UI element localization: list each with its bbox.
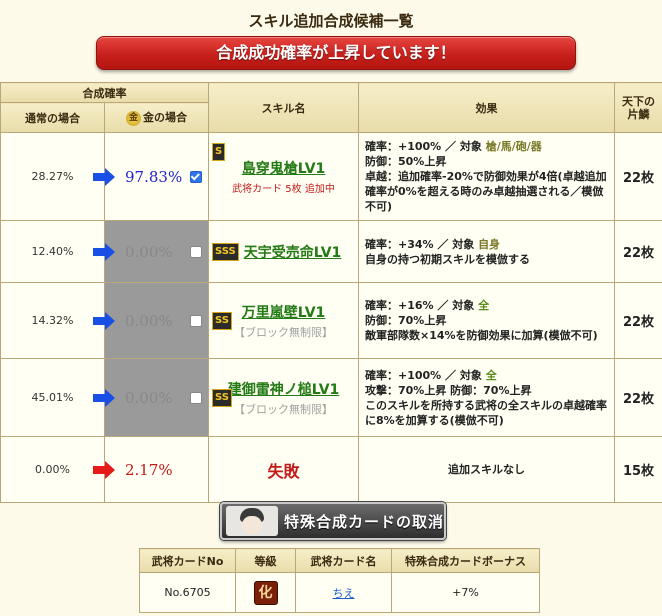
normal-rate-header: 通常の場合 <box>0 102 105 133</box>
gold-rate-header: 金金の場合 <box>104 102 209 133</box>
effect-line: 防御：50%上昇 <box>365 155 447 168</box>
table-row: 12.40% 0.00% SSS 天宇受売命LV1 確率：+34% ／ 対象 自… <box>0 220 662 283</box>
card-name-cell: ちえ <box>295 572 392 613</box>
gold-rate-cell: 0.00% <box>93 358 209 437</box>
skill-name-header: スキル名 <box>208 82 359 133</box>
gold-rate-cell: 0.00% <box>93 282 209 359</box>
gold-rate: 0.00% <box>125 242 173 261</box>
table-row: 28.27% 97.83% S 島穿鬼槍LV1 武将カード 5枚 追加中 確率：… <box>0 132 662 221</box>
effect-cell: 確率：+100% ／ 対象 全 攻撃：70%上昇 防御：70%上昇 このスキルを… <box>358 358 615 437</box>
effect-target: 全 <box>478 299 490 312</box>
rate-group-header: 合成確率 <box>0 82 209 103</box>
table-row: No.6705 化 ちえ +7% <box>139 572 540 613</box>
page-title: スキル追加合成候補一覧 <box>248 12 414 30</box>
cancel-button-label: 特殊合成カードの取消 <box>284 512 445 531</box>
effect-cell: 確率：+100% ／ 対象 槍/馬/砲/器 防御：50%上昇 卓越：追加確率-2… <box>358 132 615 221</box>
fail-label: 失敗 <box>267 461 300 481</box>
effect-line: 確率：+100% ／ 対象 <box>365 140 482 153</box>
grade-badge: 化 <box>253 580 278 605</box>
gold-rate: 97.83% <box>125 167 183 186</box>
arrow-right-icon <box>93 242 115 261</box>
normal-rate: 14.32% <box>0 282 105 359</box>
skill-name-link[interactable]: 島穿鬼槍LV1 <box>209 158 358 178</box>
bonus-header: 特殊合成カードボーナス <box>391 548 540 573</box>
skill-cell: SSS 天宇受売命LV1 <box>208 220 359 283</box>
gold-coin-icon: 金 <box>126 110 141 126</box>
tenka-pieces: 22枚 <box>614 220 662 283</box>
general-portrait-icon <box>226 506 278 536</box>
normal-rate: 0.00% <box>0 436 105 503</box>
cancel-special-card-button[interactable]: 特殊合成カードの取消 <box>220 502 446 540</box>
card-name-link[interactable]: ちえ <box>333 587 355 600</box>
card-name-header: 武将カード名 <box>295 548 392 573</box>
skill-cell: S 島穿鬼槍LV1 武将カード 5枚 追加中 <box>208 132 359 221</box>
gold-rate-cell: 0.00% <box>93 220 209 283</box>
skill-candidates-table: 合成確率 スキル名 効果 天下の 片鱗 通常の場合 金金の場合 28.27% 97… <box>0 82 662 503</box>
bonus-value: +7% <box>391 572 540 613</box>
arrow-right-icon <box>93 388 115 407</box>
card-no-header: 武将カードNo <box>139 548 236 573</box>
effect-target: 全 <box>485 368 497 382</box>
normal-rate: 12.40% <box>0 220 105 283</box>
skill-cell: 失敗 <box>208 436 359 503</box>
card-no: No.6705 <box>139 572 236 613</box>
gold-rate-cell: 97.83% <box>93 132 209 221</box>
effect-line: 防御：70%上昇 <box>365 314 447 327</box>
rank-badge: SSS <box>212 242 239 261</box>
skill-checkbox[interactable] <box>190 170 202 183</box>
effect-header: 効果 <box>358 82 615 133</box>
normal-rate: 45.01% <box>0 358 105 437</box>
effect-line: 攻撃：70%上昇 防御：70%上昇 <box>365 383 532 397</box>
effect-target: 自身 <box>478 237 501 251</box>
effect-target: 槍/馬/砲/器 <box>485 140 542 153</box>
normal-rate: 28.27% <box>0 132 105 221</box>
effect-line: 卓越：追加確率-20%で防御効果が4倍(卓越追加確率が0%を超える時のみ卓越抽選… <box>365 170 607 213</box>
arrow-right-icon <box>93 167 115 186</box>
rank-badge: SS <box>212 311 232 330</box>
tenka-pieces: 22枚 <box>614 358 662 437</box>
effect-line: 確率：+34% ／ 対象 <box>365 237 475 251</box>
skill-cell: SS 万里嵐壁LV1 【ブロック無制限】 <box>208 282 359 359</box>
skill-checkbox[interactable] <box>190 245 202 258</box>
gold-rate: 2.17% <box>125 460 173 479</box>
tenka-header-line2: 片鱗 <box>627 107 650 121</box>
effect-line: 確率：+100% ／ 対象 <box>365 368 482 382</box>
effect-line: 確率：+16% ／ 対象 <box>365 299 475 312</box>
arrow-right-icon <box>93 460 115 479</box>
grade-cell: 化 <box>235 572 296 613</box>
skill-note: 武将カード 5枚 追加中 <box>232 184 335 195</box>
gold-rate-header-label: 金の場合 <box>143 111 187 125</box>
special-card-table: 武将カードNo 等級 武将カード名 特殊合成カードボーナス No.6705 化 … <box>139 548 540 613</box>
effect-line: このスキルを所持する武将の全スキルの卓越確率に8%を加算する(模倣不可) <box>365 398 607 427</box>
tenka-header: 天下の 片鱗 <box>614 82 662 133</box>
skill-cell: SS 建御雷神ノ槌LV1 【ブロック無制限】 <box>208 358 359 437</box>
effect-cell: 確率：+34% ／ 対象 自身 自身の持つ初期スキルを模倣する <box>358 220 615 283</box>
arrow-right-icon <box>93 311 115 330</box>
skill-checkbox[interactable] <box>190 391 202 404</box>
tenka-header-line1: 天下の <box>622 94 655 108</box>
gold-rate: 0.00% <box>125 388 173 407</box>
tenka-pieces: 22枚 <box>614 282 662 359</box>
gold-rate-cell: 2.17% <box>93 436 209 503</box>
grade-header: 等級 <box>235 548 296 573</box>
effect-line: 敵軍部隊数×14%を防御効果に加算(模倣不可) <box>365 329 598 342</box>
table-row: 45.01% 0.00% SS 建御雷神ノ槌LV1 【ブロック無制限】 確率：+… <box>0 358 662 437</box>
success-rate-banner: 合成成功確率が上昇しています！ <box>96 36 576 70</box>
tenka-pieces: 15枚 <box>614 436 662 503</box>
rank-badge: SS <box>212 388 232 407</box>
skill-checkbox[interactable] <box>190 314 202 327</box>
table-row: 14.32% 0.00% SS 万里嵐壁LV1 【ブロック無制限】 確率：+16… <box>0 282 662 359</box>
effect-cell: 確率：+16% ／ 対象 全 防御：70%上昇 敵軍部隊数×14%を防御効果に加… <box>358 282 615 359</box>
effect-line: 自身の持つ初期スキルを模倣する <box>365 252 530 266</box>
effect-cell: 追加スキルなし <box>358 436 615 503</box>
tenka-pieces: 22枚 <box>614 132 662 221</box>
fail-row: 0.00% 2.17% 失敗 追加スキルなし 15枚 <box>0 436 662 503</box>
gold-rate: 0.00% <box>125 311 173 330</box>
rank-badge: S <box>212 143 226 161</box>
